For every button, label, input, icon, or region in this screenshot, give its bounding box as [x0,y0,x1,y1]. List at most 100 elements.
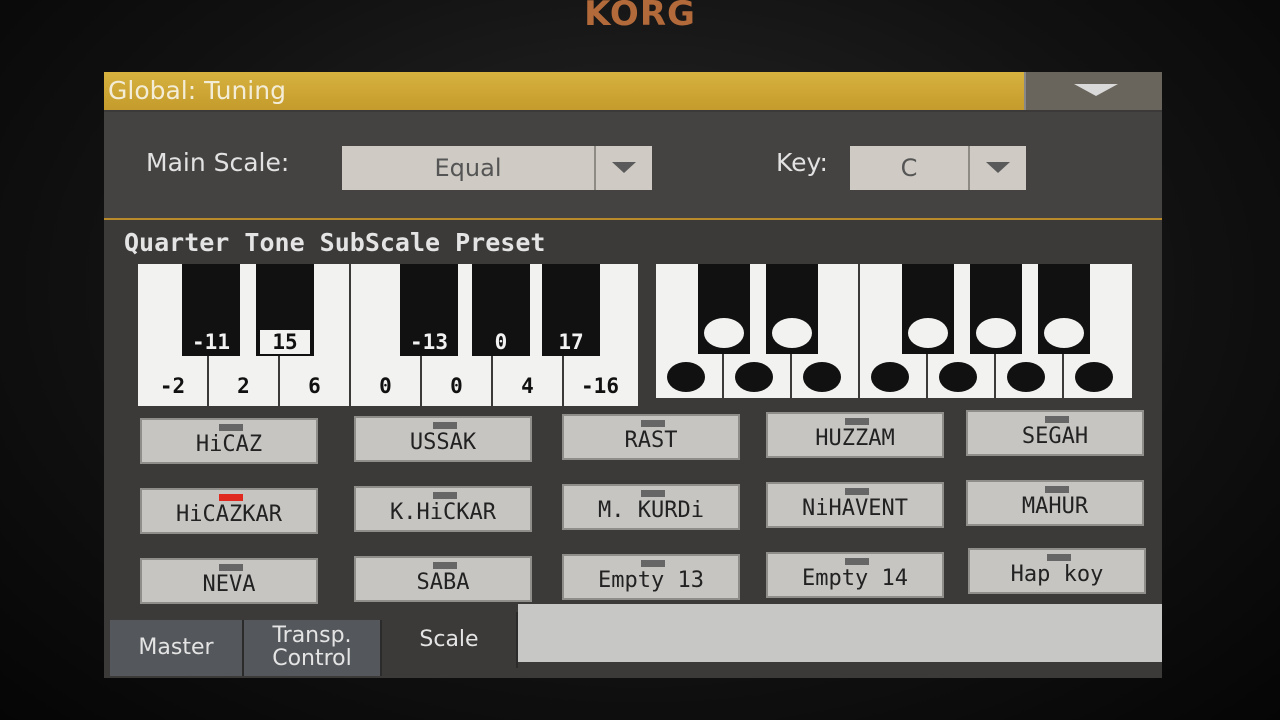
key-offset-value: 6 [308,374,321,398]
key-offset-value: 15 [258,328,312,356]
preset-led [219,424,243,431]
dot-icon [871,362,909,392]
tab-label: Scale [419,627,479,652]
dot-icon [803,362,841,392]
tab-master[interactable]: Master [110,620,244,676]
key-offset-value: 2 [237,374,250,398]
preset-button-rast[interactable]: RAST [562,414,740,460]
section-title: Quarter Tone SubScale Preset [124,228,546,257]
preset-button-nihavent[interactable]: NiHAVENT [766,482,944,528]
dot-icon [667,362,705,392]
main-scale-dropdown-button[interactable] [594,146,652,190]
black-key [1038,264,1090,354]
preset-label: HiCAZ [195,432,263,457]
main-scale-label: Main Scale: [146,148,290,177]
preset-button-hicaz[interactable]: HiCAZ [140,418,318,464]
key-offset-value: 4 [521,374,534,398]
preset-led [1045,416,1069,423]
black-key [766,264,818,354]
preset-label: USSAK [409,430,477,455]
key-dropdown-button[interactable] [968,146,1026,190]
preset-label: Empty 13 [598,568,704,593]
preset-led [1045,486,1069,493]
tuning-screen: Global: Tuning Main Scale: Equal Key: C … [104,72,1162,678]
preset-label: RAST [624,428,678,453]
key-offset-value: 17 [558,330,584,354]
tab-label: Master [138,635,214,660]
main-scale-panel: Main Scale: Equal Key: C [104,112,1162,220]
preset-led [845,418,869,425]
preset-button-hicazkar[interactable]: HiCAZKAR [140,488,318,534]
preset-led [219,564,243,571]
preset-button-saba[interactable]: SABA [354,556,532,602]
key-offset-value: -11 [192,330,230,354]
preset-led-active [219,494,243,501]
preset-label: SABA [416,570,470,595]
preset-led [433,422,457,429]
tab-label-line1: Transp. [272,623,352,648]
dot-icon [735,362,773,392]
dot-icon [1075,362,1113,392]
tab-scale[interactable]: Scale [382,612,518,668]
key-offset-value: 0 [379,374,392,398]
preset-led [433,492,457,499]
preset-label: HiCAZKAR [176,502,282,527]
dot-icon [976,318,1016,348]
preset-button-mahur[interactable]: MAHUR [966,480,1144,526]
page-menu-button[interactable] [1024,72,1162,110]
black-key [970,264,1022,354]
preset-label: Empty 14 [802,566,908,591]
key-select[interactable]: C [850,146,1026,190]
black-key [698,264,750,354]
black-key-g-sharp[interactable]: 0 [472,264,530,356]
preset-button-hap-koy[interactable]: Hap koy [968,548,1146,594]
dot-icon [1007,362,1045,392]
key-offset-value: 0 [450,374,463,398]
tab-label-line2: Control [272,646,352,671]
key-offset-value: -16 [581,374,619,398]
preset-led [433,562,457,569]
preset-button-empty-14[interactable]: Empty 14 [766,552,944,598]
preset-button-empty-13[interactable]: Empty 13 [562,554,740,600]
preset-button-ussak[interactable]: USSAK [354,416,532,462]
main-scale-select[interactable]: Equal [342,146,652,190]
black-key-f-sharp[interactable]: -13 [400,264,458,356]
black-key-c-sharp[interactable]: -11 [182,264,240,356]
preset-button-neva[interactable]: NEVA [140,558,318,604]
preset-button-khickar[interactable]: K.HiCKAR [354,486,532,532]
key-offset-value: -13 [410,330,448,354]
dot-icon [908,318,948,348]
key-offset-value: -2 [159,374,186,398]
chevron-down-icon [1074,84,1118,96]
preview-keyboard [656,264,1132,398]
korg-logo: KORG [584,0,696,34]
preset-label: NEVA [202,572,256,597]
preset-button-huzzam[interactable]: HUZZAM [766,412,944,458]
black-key-a-sharp[interactable]: 17 [542,264,600,356]
chevron-down-icon [986,162,1010,173]
black-key-d-sharp[interactable]: 15 [256,264,314,356]
preset-label: M. KURDi [598,498,704,523]
preset-led [1047,554,1071,561]
tab-bar-empty-area [518,604,1162,662]
chevron-down-icon [612,162,636,173]
preset-button-mkurdi[interactable]: M. KURDi [562,484,740,530]
preset-led [845,488,869,495]
key-value: C [900,154,918,182]
black-key [902,264,954,354]
offset-keyboard[interactable]: -2 2 6 0 0 4 -16 -11 15 -13 0 17 [138,264,638,406]
preset-led [641,490,665,497]
tab-transp-control[interactable]: Transp. Control [244,620,382,676]
dot-icon [1044,318,1084,348]
main-scale-value: Equal [434,154,502,182]
dot-icon [704,318,744,348]
dot-icon [939,362,977,392]
preset-button-segah[interactable]: SEGAH [966,410,1144,456]
key-label: Key: [776,148,828,177]
dot-icon [772,318,812,348]
preset-label: HUZZAM [815,426,895,451]
preset-label: Hap koy [1010,562,1104,587]
preset-led [641,420,665,427]
preset-label: SEGAH [1021,424,1089,449]
preset-led [641,560,665,567]
